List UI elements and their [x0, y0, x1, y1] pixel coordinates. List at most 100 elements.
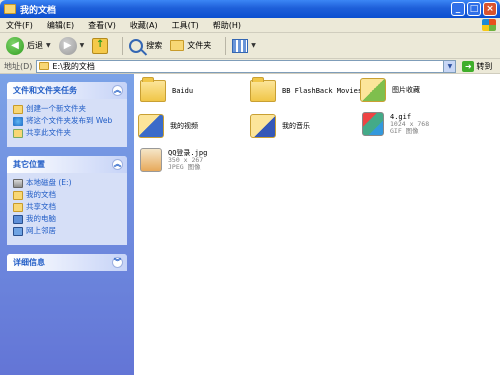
place-label: 我的文档	[26, 190, 56, 199]
folder-icon	[140, 77, 166, 102]
folder-icon	[39, 62, 50, 70]
globe-icon	[13, 117, 23, 126]
folder-up-icon: ↑	[92, 37, 109, 54]
up-button[interactable]: ↑	[92, 35, 109, 57]
folder-icon	[13, 191, 23, 200]
search-label: 搜索	[146, 41, 163, 50]
image-file-icon	[362, 112, 384, 136]
place-label: 共享文档	[26, 202, 56, 211]
panel-title: 文件和文件夹任务	[13, 86, 77, 95]
views-icon	[232, 38, 249, 53]
file-item[interactable]: 图片收藏	[360, 78, 420, 102]
menu-edit[interactable]: 编辑(E)	[47, 20, 74, 31]
menu-file[interactable]: 文件(F)	[6, 20, 33, 31]
task-pane: 文件和文件夹任务 ︽ 创建一个新文件夹 将这个文件夹发布到 Web 共享此文件夹…	[0, 74, 134, 375]
file-item[interactable]: Baidu	[140, 77, 193, 102]
file-item[interactable]: 4.gif 1024 x 768 GIF 图像	[362, 112, 429, 136]
search-icon	[129, 38, 144, 53]
menu-help[interactable]: 帮助(H)	[213, 20, 241, 31]
toolbar-divider	[122, 36, 124, 55]
file-item[interactable]: 我的视频	[138, 114, 198, 138]
file-item[interactable]: BB FlashBack Movies	[250, 77, 363, 102]
panel-title: 详细信息	[13, 258, 45, 267]
title-bar: 我的文档 _ □ ×	[0, 0, 500, 18]
file-name: 我的音乐	[282, 122, 310, 130]
place-network[interactable]: 网上邻居	[13, 226, 121, 236]
file-tasks-panel: 文件和文件夹任务 ︽ 创建一个新文件夹 将这个文件夹发布到 Web 共享此文件夹	[7, 82, 127, 147]
place-shared-documents[interactable]: 共享文档	[13, 202, 121, 212]
forward-button[interactable]: ▶ ▼	[58, 35, 85, 57]
details-panel: 详细信息 ︾	[7, 254, 127, 271]
folder-icon	[250, 77, 276, 102]
file-name: BB FlashBack Movies	[282, 87, 363, 95]
file-type: GIF 图像	[390, 127, 419, 135]
network-icon	[13, 227, 23, 236]
address-input[interactable]: E:\我的文档 ▼	[36, 59, 457, 73]
task-publish-web[interactable]: 将这个文件夹发布到 Web	[13, 116, 121, 126]
panel-title: 其它位置	[13, 160, 45, 169]
chevron-down-icon[interactable]: ▼	[443, 60, 456, 72]
chevron-down-icon[interactable]: ▼	[80, 42, 85, 49]
file-item[interactable]: 我的音乐	[250, 114, 310, 138]
file-tasks-header[interactable]: 文件和文件夹任务 ︽	[7, 82, 127, 99]
folder-icon	[13, 203, 23, 212]
views-button[interactable]: ▼	[232, 35, 256, 57]
windows-logo-icon	[482, 19, 496, 31]
file-name: 图片收藏	[392, 86, 420, 94]
place-label: 网上邻居	[26, 226, 56, 235]
drive-icon	[13, 179, 23, 188]
share-folder-icon	[13, 129, 23, 138]
pictures-folder-icon	[360, 78, 386, 102]
back-button[interactable]: ◀ 后退 ▼	[6, 35, 51, 57]
back-arrow-icon: ◀	[6, 36, 24, 55]
image-file-icon	[140, 148, 162, 172]
back-label: 后退	[27, 41, 43, 50]
task-label: 共享此文件夹	[26, 128, 71, 137]
address-bar: 地址(D) E:\我的文档 ▼ ➜ 转到	[0, 59, 500, 74]
menu-bar: 文件(F) 编辑(E) 查看(V) 收藏(A) 工具(T) 帮助(H)	[0, 18, 500, 33]
other-places-header[interactable]: 其它位置 ︽	[7, 156, 127, 173]
go-arrow-icon: ➜	[462, 60, 475, 72]
expand-icon[interactable]: ︾	[112, 257, 123, 268]
task-new-folder[interactable]: 创建一个新文件夹	[13, 104, 121, 114]
forward-arrow-icon: ▶	[58, 36, 77, 55]
address-label: 地址(D)	[4, 61, 33, 71]
file-item[interactable]: QQ登录.jpg 350 x 267 JPEG 图像	[140, 148, 207, 172]
new-folder-icon	[13, 105, 23, 114]
minimize-button[interactable]: _	[451, 2, 465, 16]
address-value: E:\我的文档	[52, 61, 95, 71]
menu-favorites[interactable]: 收藏(A)	[130, 20, 158, 31]
place-label: 本地磁盘 (E:)	[26, 178, 72, 187]
other-places-panel: 其它位置 ︽ 本地磁盘 (E:) 我的文档 共享文档 我的电脑 网上邻居	[7, 156, 127, 245]
place-my-computer[interactable]: 我的电脑	[13, 214, 121, 224]
place-label: 我的电脑	[26, 214, 56, 223]
collapse-icon[interactable]: ︽	[112, 159, 123, 170]
go-label: 转到	[476, 61, 493, 71]
place-my-documents[interactable]: 我的文档	[13, 190, 121, 200]
videos-folder-icon	[138, 114, 164, 138]
folders-label: 文件夹	[187, 41, 212, 50]
maximize-button[interactable]: □	[467, 2, 481, 16]
toolbar: ◀ 后退 ▼ ▶ ▼ ↑ 搜索 文件夹 ▼	[0, 33, 500, 59]
chevron-down-icon[interactable]: ▼	[46, 42, 51, 49]
toolbar-divider	[225, 36, 227, 55]
menu-tools[interactable]: 工具(T)	[172, 20, 199, 31]
music-folder-icon	[250, 114, 276, 138]
go-button[interactable]: ➜ 转到	[462, 60, 493, 72]
collapse-icon[interactable]: ︽	[112, 85, 123, 96]
task-label: 将这个文件夹发布到 Web	[26, 116, 113, 125]
details-header[interactable]: 详细信息 ︾	[7, 254, 127, 271]
file-view: Baidu BB FlashBack Movies 图片收藏 我的视频 我的音乐…	[134, 74, 500, 375]
file-name: 我的视频	[170, 122, 198, 130]
computer-icon	[13, 215, 23, 224]
place-local-disk[interactable]: 本地磁盘 (E:)	[13, 178, 121, 188]
close-button[interactable]: ×	[483, 2, 497, 16]
chevron-down-icon[interactable]: ▼	[251, 42, 256, 49]
task-label: 创建一个新文件夹	[26, 104, 86, 113]
file-type: JPEG 图像	[168, 163, 201, 171]
search-button[interactable]: 搜索	[129, 35, 162, 57]
folders-button[interactable]: 文件夹	[170, 35, 211, 57]
task-share-folder[interactable]: 共享此文件夹	[13, 128, 121, 138]
menu-view[interactable]: 查看(V)	[88, 20, 116, 31]
window-title: 我的文档	[20, 5, 57, 16]
